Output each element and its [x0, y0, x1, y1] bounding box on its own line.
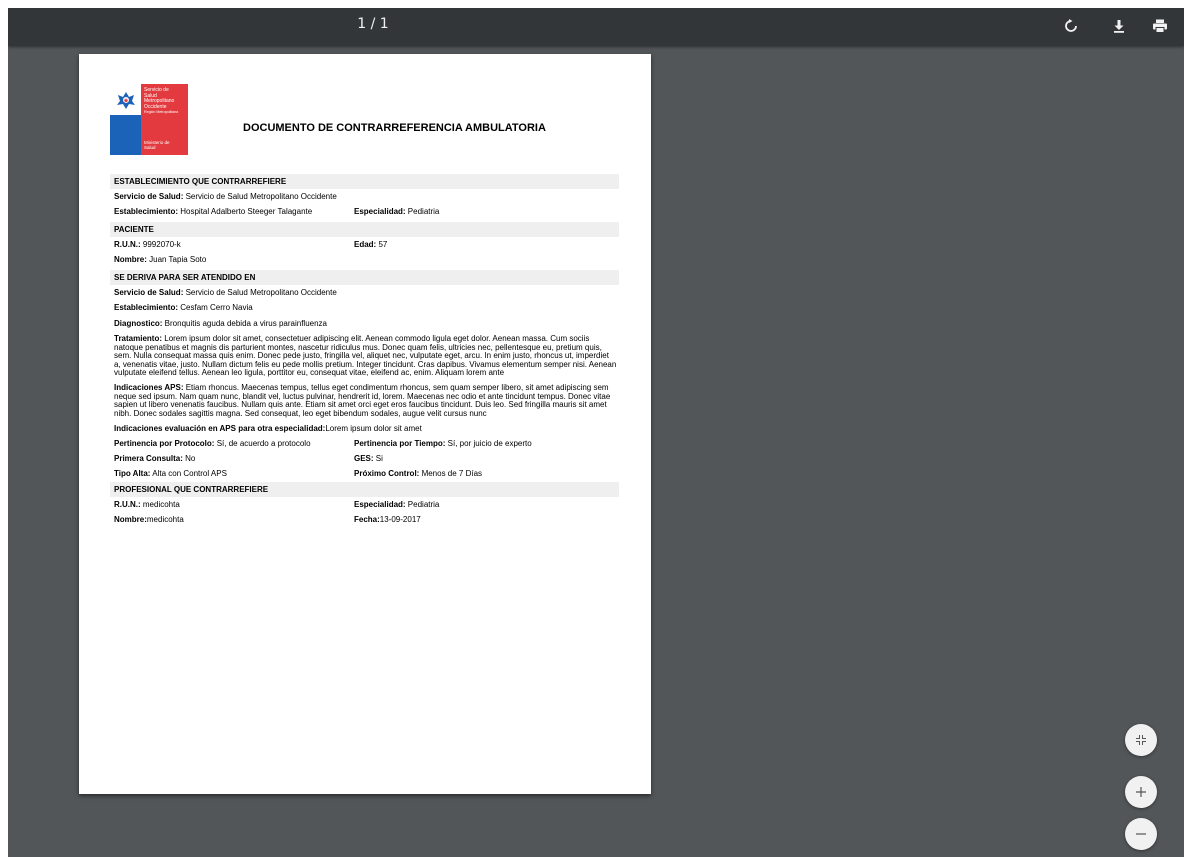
field-row: Indicaciones evaluación en APS para otra…	[110, 424, 619, 434]
section-header: ESTABLECIMIENTO QUE CONTRARREFIERE	[110, 174, 619, 189]
nombre-field: Nombre:medicohta	[114, 515, 184, 525]
print-button[interactable]	[1149, 15, 1171, 37]
primera-consulta-field: Primera Consulta: No	[114, 454, 196, 464]
field-row: Servicio de Salud: Servicio de Salud Met…	[110, 288, 619, 298]
servicio-field: Servicio de Salud: Servicio de Salud Met…	[114, 288, 337, 297]
field-row: Nombre:medicohta Fecha:13-09-2017	[110, 515, 619, 525]
nombre-field: Nombre: Juan Tapia Soto	[114, 255, 207, 264]
field-row: Primera Consulta: No GES: Si	[110, 454, 619, 464]
zoom-out-icon	[1136, 833, 1146, 835]
fit-to-page-button[interactable]	[1125, 724, 1157, 756]
field-row: Nombre: Juan Tapia Soto	[110, 255, 619, 265]
pertinencia-protocolo-field: Pertinencia por Protocolo: Sí, de acuerd…	[114, 439, 311, 449]
fecha-field: Fecha:13-09-2017	[354, 515, 421, 525]
download-button[interactable]	[1108, 15, 1130, 37]
coat-of-arms-icon	[116, 91, 135, 109]
page-indicator: 1 / 1	[357, 16, 389, 32]
proximo-control-field: Próximo Control: Menos de 7 Días	[354, 469, 483, 479]
rotate-icon	[1065, 19, 1077, 32]
download-icon	[1114, 20, 1124, 33]
zoom-in-button[interactable]	[1125, 776, 1157, 808]
especialidad-field: Especialidad: Pediatria	[354, 207, 440, 216]
pdf-viewer: 1 / 1 Servicio de Salud Metropolitano Oc…	[8, 8, 1184, 857]
field-row: Establecimiento: Cesfam Cerro Navia	[110, 303, 619, 313]
section-header: SE DERIVA PARA SER ATENDIDO EN	[110, 270, 619, 285]
field-row: Tipo Alta: Alta con Control APS Próximo …	[110, 469, 619, 479]
section-header: PROFESIONAL QUE CONTRARREFIERE	[110, 482, 619, 498]
pdf-page: Servicio de Salud Metropolitano Occident…	[79, 54, 651, 794]
run-field: R.U.N.: medicohta	[114, 500, 180, 510]
section-header: PACIENTE	[110, 222, 619, 237]
fit-to-page-icon	[1136, 735, 1146, 745]
tratamiento-field: Tratamiento: Lorem ipsum dolor sit amet,…	[114, 334, 617, 378]
field-row: R.U.N.: 9992070-k Edad: 57	[110, 240, 619, 250]
especialidad-field: Especialidad: Pediatria	[354, 500, 440, 510]
indicaciones-aps-field: Indicaciones APS: Etiam rhoncus. Maecena…	[114, 382, 611, 418]
logo-ministry: Ministerio de Salud	[144, 140, 170, 150]
tipo-alta-field: Tipo Alta: Alta con Control APS	[114, 469, 227, 479]
document-body: ESTABLECIMIENTO QUE CONTRARREFIERE Servi…	[110, 174, 619, 530]
ministry-logo: Servicio de Salud Metropolitano Occident…	[110, 84, 188, 155]
viewer-toolbar: 1 / 1	[8, 8, 1184, 46]
edad-field: Edad: 57	[354, 240, 388, 249]
field-row: Servicio de Salud: Servicio de Salud Met…	[110, 192, 619, 202]
document-title: DOCUMENTO DE CONTRARREFERENCIA AMBULATOR…	[243, 122, 546, 134]
field-row: Pertinencia por Protocolo: Sí, de acuerd…	[110, 439, 619, 449]
establecimiento-field: Establecimiento: Hospital Adalberto Stee…	[114, 207, 313, 216]
indicaciones-evaluacion-field: Indicaciones evaluación en APS para otra…	[114, 424, 422, 434]
print-icon	[1153, 19, 1167, 33]
zoom-out-button[interactable]	[1125, 818, 1157, 850]
logo-region: Región Metropolitana	[144, 110, 179, 115]
diagnostico-field: Diagnostico: Bronquitis aguda debida a v…	[114, 319, 328, 328]
run-field: R.U.N.: 9992070-k	[114, 240, 181, 249]
ges-field: GES: Si	[354, 454, 383, 464]
field-row: Diagnostico: Bronquitis aguda debida a v…	[110, 319, 619, 329]
establecimiento-field: Establecimiento: Cesfam Cerro Navia	[114, 303, 253, 312]
servicio-field: Servicio de Salud: Servicio de Salud Met…	[114, 192, 337, 201]
field-row: R.U.N.: medicohta Especialidad: Pediatri…	[110, 500, 619, 510]
field-row: Establecimiento: Hospital Adalberto Stee…	[110, 207, 619, 217]
zoom-in-icon	[1136, 787, 1146, 797]
pertinencia-tiempo-field: Pertinencia por Tiempo: Sí, por juicio d…	[354, 439, 532, 449]
rotate-button[interactable]	[1060, 15, 1082, 37]
